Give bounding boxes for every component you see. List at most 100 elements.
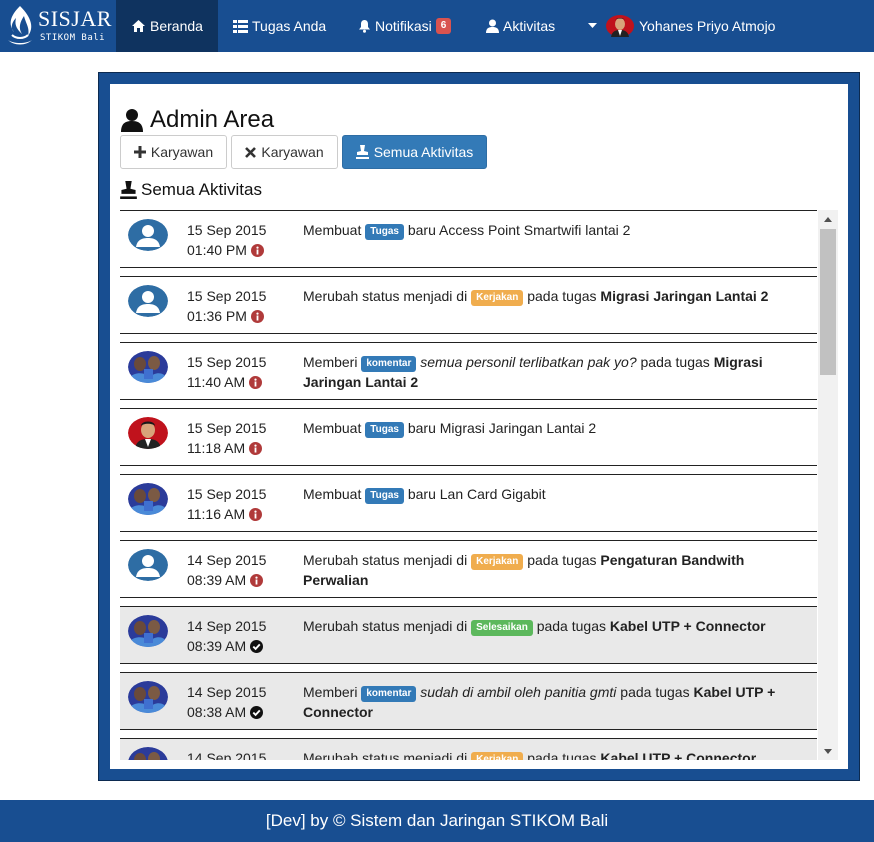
activity-row[interactable]: 15 Sep 2015 01:36 PM Merubah status menjad… [120,276,817,334]
activity-time-text: 08:39 AM [187,638,247,654]
group-photo-avatar-image [128,615,168,647]
footer-text: [Dev] by © Sistem dan Jaringan STIKOM Ba… [265,811,609,830]
scroll-up-arrow-icon[interactable] [818,210,838,228]
activity-date: 14 Sep 2015 [187,750,267,760]
activity-action-text: Merubah status menjadi di [303,288,468,304]
nav-notifikasi[interactable]: Notifikasi 6 [358,0,452,52]
activity-row[interactable]: 15 Sep 2015 01:40 PM Membuat Tugas baru Ac… [120,210,817,268]
info-icon[interactable] [250,573,264,587]
nav-notifikasi-label: Notifikasi [375,18,432,34]
activity-detail-text: baru Lan Card Gigabit [407,486,546,502]
activity-detail-text: pada tugas [527,750,597,760]
nav-tugas-label: Tugas Anda [252,18,327,34]
notification-count-badge: 6 [435,18,452,34]
default-avatar [128,285,168,317]
default-avatar-image [128,219,168,251]
flame-logo-icon [8,6,32,45]
activity-message: Memberi komentar sudah di ambil oleh pan… [303,682,803,722]
page-title-text: Admin Area [150,106,275,133]
activity-date: 14 Sep 2015 [187,552,267,568]
activity-action-text: Merubah status menjadi di [303,750,468,760]
activity-date: 15 Sep 2015 [187,420,267,436]
group-photo-avatar [128,681,168,713]
user-icon [120,108,144,132]
nav-user-menu[interactable]: Yohanes Priyo Atmojo [588,0,775,52]
activity-message: Merubah status menjadi di Kerjakan pada … [303,550,803,590]
activity-message: Membuat Tugas baru Access Point Smartwif… [303,220,803,240]
remove-karyawan-button[interactable]: Karyawan [231,135,338,169]
activity-row[interactable]: 14 Sep 2015 08:38 AM Memberi komentar suda… [120,672,817,730]
nav-user-name: Yohanes Priyo Atmojo [639,18,776,34]
info-icon[interactable] [249,507,263,521]
activity-detail-text: baru Access Point Smartwifi lantai 2 [407,222,631,238]
brand[interactable]: SISJAR STIKOM Bali [0,0,116,52]
activity-time: 11:16 AM [187,504,263,524]
activity-task-name[interactable]: Migrasi Jaringan Lantai 2 [600,288,768,304]
activity-time-text: 11:40 AM [187,374,246,390]
activity-list-container[interactable]: 15 Sep 2015 01:40 PM Membuat Tugas baru Ac… [120,210,838,760]
group-photo-avatar-image [128,483,168,515]
nav-aktivitas-label: Aktivitas [503,18,556,34]
activity-time-text: 08:38 AM [187,704,247,720]
activity-message: Merubah status menjadi di Kerjakan pada … [303,748,803,760]
activity-message: Merubah status menjadi di Kerjakan pada … [303,286,803,306]
brand-subtitle: STIKOM Bali [40,33,106,43]
bell-icon [358,19,371,33]
activity-detail-text: pada tugas [640,354,710,370]
check-circle-icon[interactable] [250,639,264,653]
activity-time: 11:40 AM [187,372,263,392]
info-icon[interactable] [250,243,264,257]
activity-label-badge: komentar [361,356,417,372]
user-icon [486,19,499,34]
group-photo-avatar-image [128,351,168,383]
check-circle-icon[interactable] [250,705,264,719]
activity-detail-text: pada tugas [536,618,606,634]
activity-row[interactable]: 14 Sep 2015 08:39 AM Merubah status menjad… [120,540,817,598]
add-karyawan-button[interactable]: Karyawan [120,135,227,169]
close-icon [245,146,257,158]
activity-time-text: 11:18 AM [187,440,246,456]
scrollbar[interactable] [818,210,838,760]
activity-time: 08:39 AM [187,636,264,656]
activity-label-badge: Selesaikan [471,620,533,636]
plus-icon [133,146,146,158]
activity-action-text: Merubah status menjadi di [303,618,468,634]
stamp-icon [355,145,369,159]
scrollbar-thumb[interactable] [820,229,836,375]
activity-row[interactable]: 15 Sep 2015 11:16 AM Membuat Tugas baru La… [120,474,817,532]
activity-action-text: Membuat [303,486,362,502]
activity-row[interactable]: 14 Sep 2015 08:39 AM Merubah status menjad… [120,606,817,664]
activity-label-badge: komentar [361,686,417,702]
activity-task-name[interactable]: Kabel UTP + Connector [610,618,766,634]
activity-label-badge: Kerjakan [471,554,524,570]
scroll-down-arrow-icon[interactable] [818,742,838,760]
nav-beranda[interactable]: Beranda [116,0,218,52]
activity-action-text: Membuat [303,222,362,238]
activity-comment-text: sudah di ambil oleh panitia gmti [420,684,617,700]
activity-time: 08:38 AM [187,702,264,722]
activity-time-text: 01:36 PM [187,308,247,324]
person-photo-avatar-image [128,417,168,449]
activity-action-text: Membuat [303,420,362,436]
activity-time: 08:39 AM [187,570,264,590]
activity-row[interactable]: 15 Sep 2015 11:40 AM Memberi komentar semu… [120,342,817,400]
nav-aktivitas[interactable]: Aktivitas [486,0,555,52]
info-icon[interactable] [249,441,263,455]
default-avatar-image [128,285,168,317]
top-navbar: SISJAR STIKOM Bali Beranda Tugas Anda No… [0,0,874,52]
nav-tugas-anda[interactable]: Tugas Anda [233,0,326,52]
activity-label-badge: Tugas [365,224,404,240]
activity-task-name[interactable]: Kabel UTP + Connector [600,750,756,760]
group-photo-avatar-image [128,681,168,713]
info-icon[interactable] [249,375,263,389]
default-avatar-image [128,549,168,581]
info-icon[interactable] [250,309,264,323]
all-activity-button[interactable]: Semua Aktivitas [342,135,487,169]
activity-detail-text: pada tugas [620,684,690,700]
activity-row[interactable]: 15 Sep 2015 11:18 AM Membuat Tugas baru Mi… [120,408,817,466]
caret-down-icon [588,23,597,29]
activity-detail-text: pada tugas [527,288,597,304]
user-avatar [605,15,635,37]
activity-row[interactable]: 14 Sep 2015 Merubah status menjadi di Ker… [120,738,817,760]
activity-time-text: 11:16 AM [187,506,246,522]
